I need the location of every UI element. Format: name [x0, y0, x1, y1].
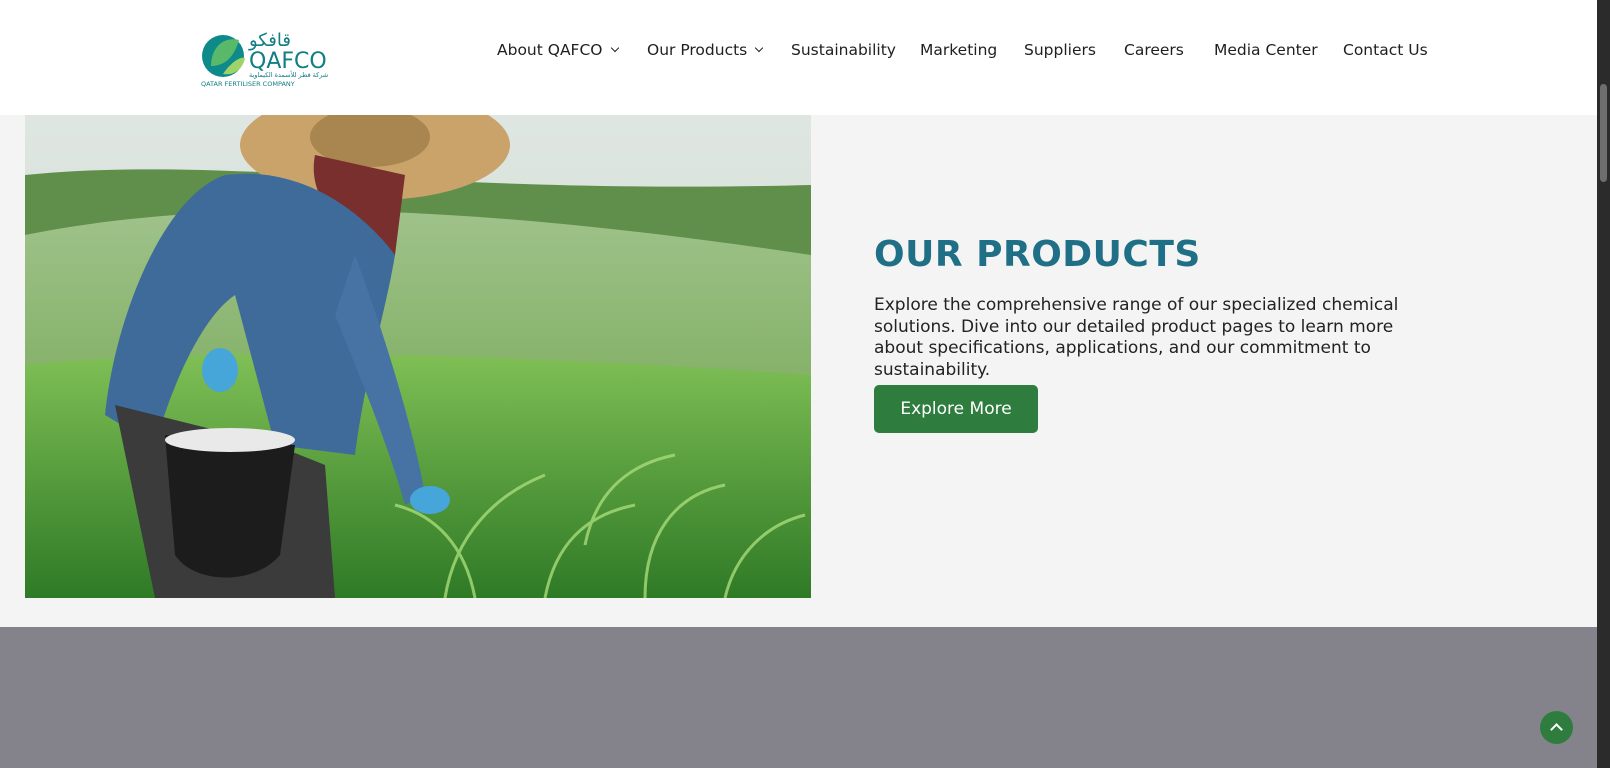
nav-our-products[interactable]: Our Products: [647, 41, 764, 59]
page: قافكو QAFCO شركة قطر للأسمدة الكيماوية Q…: [0, 0, 1597, 768]
nav-about-qafco[interactable]: About QAFCO: [497, 41, 619, 59]
nav-about-label: About QAFCO: [497, 41, 603, 59]
products-title: OUR PRODUCTS: [874, 234, 1201, 275]
nav-careers[interactable]: Careers: [1124, 41, 1184, 59]
nav-contact-us[interactable]: Contact Us: [1343, 41, 1428, 59]
svg-text:شركة قطر للأسمدة الكيماوية: شركة قطر للأسمدة الكيماوية: [249, 70, 328, 79]
scrollbar-thumb[interactable]: [1600, 84, 1607, 182]
nav-suppliers[interactable]: Suppliers: [1024, 41, 1096, 59]
nav-marketing-label: Marketing: [920, 41, 998, 59]
chevron-up-icon: [1550, 723, 1563, 736]
chevron-down-icon: [755, 43, 764, 53]
products-description: Explore the comprehensive range of our s…: [874, 295, 1399, 381]
page-scrollbar[interactable]: [1597, 0, 1610, 768]
nav-marketing[interactable]: Marketing: [920, 41, 997, 59]
nav-careers-label: Careers: [1124, 41, 1184, 59]
svg-text:قافكو: قافكو: [248, 30, 291, 51]
nav-suppliers-label: Suppliers: [1024, 41, 1096, 59]
explore-more-button[interactable]: Explore More: [874, 385, 1038, 433]
nav-sustainability-label: Sustainability: [791, 41, 896, 59]
nav-products-label: Our Products: [647, 41, 748, 59]
qafco-logo[interactable]: قافكو QAFCO شركة قطر للأسمدة الكيماوية Q…: [201, 26, 329, 88]
nav-sustainability[interactable]: Sustainability: [791, 41, 896, 59]
nav-media-label: Media Center: [1214, 41, 1318, 59]
chevron-down-icon: [610, 43, 619, 53]
svg-text:QATAR FERTILISER COMPANY: QATAR FERTILISER COMPANY: [201, 80, 295, 88]
site-header: قافكو QAFCO شركة قطر للأسمدة الكيماوية Q…: [0, 0, 1597, 115]
nav-media-center[interactable]: Media Center: [1214, 41, 1318, 59]
farmer-field-photo: [25, 115, 811, 598]
nav-contact-label: Contact Us: [1343, 41, 1428, 59]
back-to-top-button[interactable]: [1540, 711, 1573, 744]
footer-band: [0, 627, 1597, 768]
